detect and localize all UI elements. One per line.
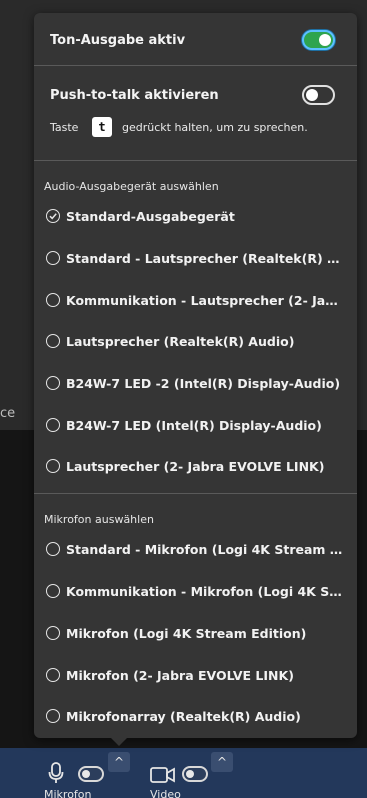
microphone-toggle[interactable] (78, 766, 104, 782)
radio-icon (46, 709, 60, 723)
output-device-label: B24W-7 LED (Intel(R) Display-Audio) (66, 417, 322, 433)
mic-device-option[interactable]: Standard - Mikrofon (Logi 4K Stream Edit… (46, 539, 346, 559)
mic-device-label: Standard - Mikrofon (Logi 4K Stream Edit… (66, 541, 344, 557)
radio-icon (46, 626, 60, 640)
mic-device-label: Mikrofonarray (Realtek(R) Audio) (66, 708, 301, 724)
sound-output-toggle[interactable] (302, 30, 335, 50)
output-device-option[interactable]: Kommunikation - Lautsprecher (2- Jabra E… (46, 290, 346, 310)
radio-icon (46, 293, 60, 307)
output-device-option[interactable]: Standard-Ausgabegerät (46, 206, 346, 226)
output-device-label: Kommunikation - Lautsprecher (2- Jabra E… (66, 292, 344, 308)
output-device-option[interactable]: B24W-7 LED (Intel(R) Display-Audio) (46, 415, 346, 435)
mic-section-title: Mikrofon auswählen (44, 513, 154, 526)
output-device-label: B24W-7 LED -2 (Intel(R) Display-Audio) (66, 375, 341, 391)
ptt-hint-prefix: Taste (50, 121, 79, 134)
output-device-label: Lautsprecher (2- Jabra EVOLVE LINK) (66, 458, 325, 474)
camera-label: Video (150, 788, 181, 798)
mic-device-label: Kommunikation - Mikrofon (Logi 4K Stream… (66, 583, 344, 599)
camera-toggle[interactable] (182, 766, 208, 782)
mic-device-option[interactable]: Mikrofon (Logi 4K Stream Edition) (46, 623, 346, 643)
output-device-label: Standard-Ausgabegerät (66, 208, 235, 224)
push-to-talk-toggle[interactable] (302, 85, 335, 105)
radio-icon (46, 542, 60, 556)
camera-options-caret[interactable]: ^ (211, 752, 233, 772)
background-edge-text: ce (0, 406, 16, 421)
radio-icon (46, 251, 60, 265)
microphone-label: Mikrofon (44, 788, 92, 798)
audio-settings-popover: Ton-Ausgabe aktiv Push-to-talk aktiviere… (34, 13, 357, 738)
check-circle-icon (46, 209, 60, 223)
mic-device-option[interactable]: Kommunikation - Mikrofon (Logi 4K Stream… (46, 581, 346, 601)
radio-icon (46, 334, 60, 348)
divider (34, 493, 357, 494)
push-to-talk-label: Push-to-talk aktivieren (50, 88, 219, 103)
sound-output-label: Ton-Ausgabe aktiv (50, 33, 186, 48)
output-device-option[interactable]: Lautsprecher (2- Jabra EVOLVE LINK) (46, 456, 346, 476)
mic-device-option[interactable]: Mikrofon (2- Jabra EVOLVE LINK) (46, 665, 346, 685)
microphone-icon[interactable] (48, 762, 64, 784)
radio-icon (46, 459, 60, 473)
ptt-hint-suffix: gedrückt halten, um zu sprechen. (122, 121, 308, 134)
radio-icon (46, 418, 60, 432)
ptt-key-badge[interactable]: t (92, 117, 112, 137)
radio-icon (46, 376, 60, 390)
microphone-options-caret[interactable]: ^ (108, 752, 130, 772)
mic-device-option[interactable]: Mikrofonarray (Realtek(R) Audio) (46, 706, 346, 726)
divider (34, 160, 357, 161)
camera-icon[interactable] (150, 766, 176, 784)
output-device-label: Standard - Lautsprecher (Realtek(R) Audi… (66, 250, 344, 266)
radio-icon (46, 584, 60, 598)
radio-icon (46, 668, 60, 682)
output-device-option[interactable]: B24W-7 LED -2 (Intel(R) Display-Audio) (46, 373, 346, 393)
divider (34, 65, 357, 66)
output-section-title: Audio-Ausgabegerät auswählen (44, 180, 219, 193)
bottom-toolbar: ^ Mikrofon ^ Video (0, 748, 367, 798)
popover-arrow (111, 738, 127, 746)
output-device-label: Lautsprecher (Realtek(R) Audio) (66, 333, 295, 349)
mic-device-label: Mikrofon (2- Jabra EVOLVE LINK) (66, 667, 294, 683)
output-device-option[interactable]: Standard - Lautsprecher (Realtek(R) Audi… (46, 248, 346, 268)
mic-device-label: Mikrofon (Logi 4K Stream Edition) (66, 625, 307, 641)
output-device-option[interactable]: Lautsprecher (Realtek(R) Audio) (46, 331, 346, 351)
